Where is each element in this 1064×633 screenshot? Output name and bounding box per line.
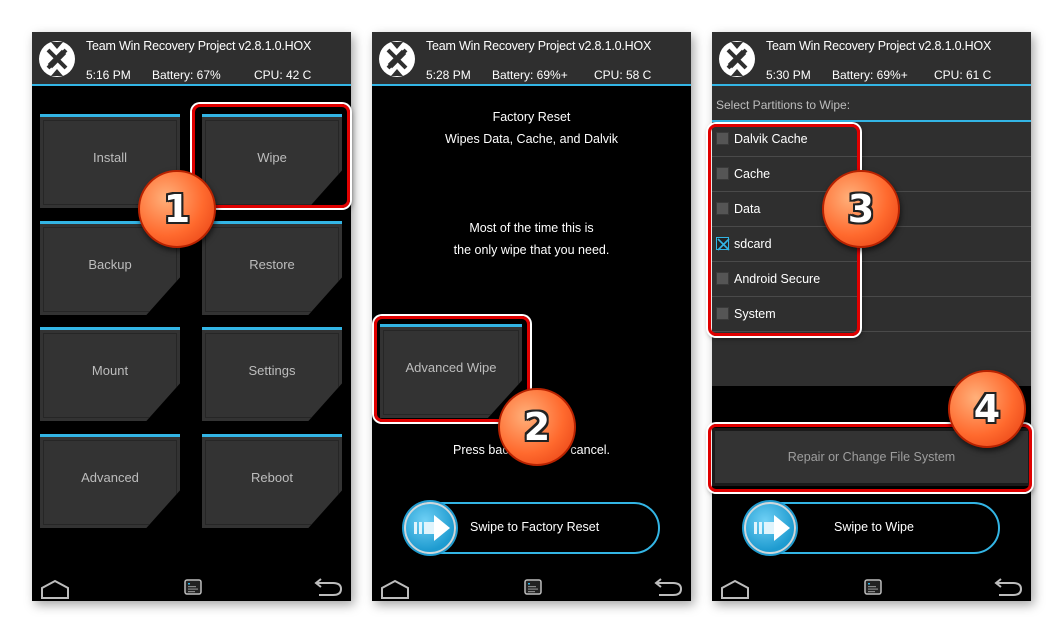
status-header: Team Win Recovery Project v2.8.1.0.HOX 5… [712,32,1031,86]
clock: 5:30 PM [766,68,811,82]
swipe-factory-reset-slider[interactable]: Swipe to Factory Reset [404,502,660,554]
app-title: Team Win Recovery Project v2.8.1.0.HOX [86,39,312,53]
partition-row-sdcard[interactable]: sdcard [712,227,1031,262]
checkbox[interactable] [716,202,729,215]
partition-label: System [734,307,776,321]
nav-bar [712,571,1031,601]
checkbox-checked[interactable] [716,237,730,251]
swipe-handle[interactable] [404,502,456,554]
partition-row-cache[interactable]: Cache [712,157,1031,192]
twrp-logo-icon [378,40,416,78]
partition-label: Dalvik Cache [734,132,808,146]
checkbox[interactable] [716,167,729,180]
home-icon[interactable] [380,579,410,599]
reboot-button[interactable]: Reboot [202,434,342,528]
console-log-icon[interactable] [864,579,882,595]
twrp-logo-icon [718,40,756,78]
partition-label: Data [734,202,761,216]
repair-change-fs-button[interactable]: Repair or Change File System [712,428,1031,486]
swipe-label: Swipe to Wipe [834,520,914,534]
console-log-icon[interactable] [184,579,202,595]
battery-status: Battery: 69%+ [832,68,908,82]
advanced-button[interactable]: Advanced [40,434,180,528]
checkbox[interactable] [716,132,729,145]
clock: 5:16 PM [86,68,131,82]
partition-label: sdcard [734,237,772,251]
factory-reset-subtitle: Wipes Data, Cache, and Dalvik [445,132,618,146]
app-title: Team Win Recovery Project v2.8.1.0.HOX [426,39,652,53]
backup-button[interactable]: Backup [40,221,180,315]
home-icon[interactable] [720,579,750,599]
restore-button[interactable]: Restore [202,221,342,315]
arrow-right-icon [752,513,792,543]
clock: 5:28 PM [426,68,471,82]
cancel-hint: Press back button to cancel. [452,443,611,457]
settings-button[interactable]: Settings [202,327,342,421]
factory-reset-title: Factory Reset [492,110,571,124]
battery-status: Battery: 67% [152,68,221,82]
wipe-note-line1: Most of the time this is [469,221,594,235]
partition-label: Cache [734,167,771,181]
back-icon[interactable] [653,577,683,597]
swipe-to-wipe-slider[interactable]: Swipe to Wipe [744,502,1000,554]
twrp-advanced-wipe-screen: Team Win Recovery Project v2.8.1.0.HOX 5… [708,32,1032,601]
nav-bar [372,571,691,601]
app-title: Team Win Recovery Project v2.8.1.0.HOX [766,39,992,53]
partition-row-data[interactable]: Data [712,192,1031,227]
cpu-temp: CPU: 42 C [254,68,312,82]
twrp-main-screen: Team Win Recovery Project v2.8.1.0.HOX 5… [32,32,351,601]
swipe-handle[interactable] [744,502,796,554]
cpu-temp: CPU: 58 C [594,68,652,82]
twrp-logo-icon [38,40,76,78]
advanced-wipe-button[interactable]: Advanced Wipe [380,324,522,418]
partition-row-android-secure[interactable]: Android Secure [712,262,1031,297]
back-icon[interactable] [993,577,1023,597]
swipe-label: Swipe to Factory Reset [470,520,600,534]
home-icon[interactable] [40,579,70,599]
install-button[interactable]: Install [40,114,180,208]
wipe-note-line2: the only wipe that you need. [453,243,610,257]
status-header: Team Win Recovery Project v2.8.1.0.HOX 5… [32,32,351,86]
battery-status: Battery: 69%+ [492,68,568,82]
back-icon[interactable] [313,577,343,597]
checkbox[interactable] [716,272,729,285]
checkbox[interactable] [716,307,729,320]
partition-row-system[interactable]: System [712,297,1031,332]
partition-label: Android Secure [734,272,821,286]
partition-list: Select Partitions to Wipe: Dalvik Cache … [712,86,1031,386]
twrp-wipe-screen: Team Win Recovery Project v2.8.1.0.HOX 5… [372,32,691,601]
mount-button[interactable]: Mount [40,327,180,421]
status-header: Team Win Recovery Project v2.8.1.0.HOX 5… [372,32,691,86]
nav-bar [32,571,351,601]
check-x-icon [717,238,730,251]
console-log-icon[interactable] [524,579,542,595]
partition-list-title: Select Partitions to Wipe: [716,98,851,112]
wipe-button[interactable]: Wipe [202,114,342,208]
partition-row-dalvik-cache[interactable]: Dalvik Cache [712,122,1031,157]
arrow-right-icon [412,513,452,543]
cpu-temp: CPU: 61 C [934,68,992,82]
